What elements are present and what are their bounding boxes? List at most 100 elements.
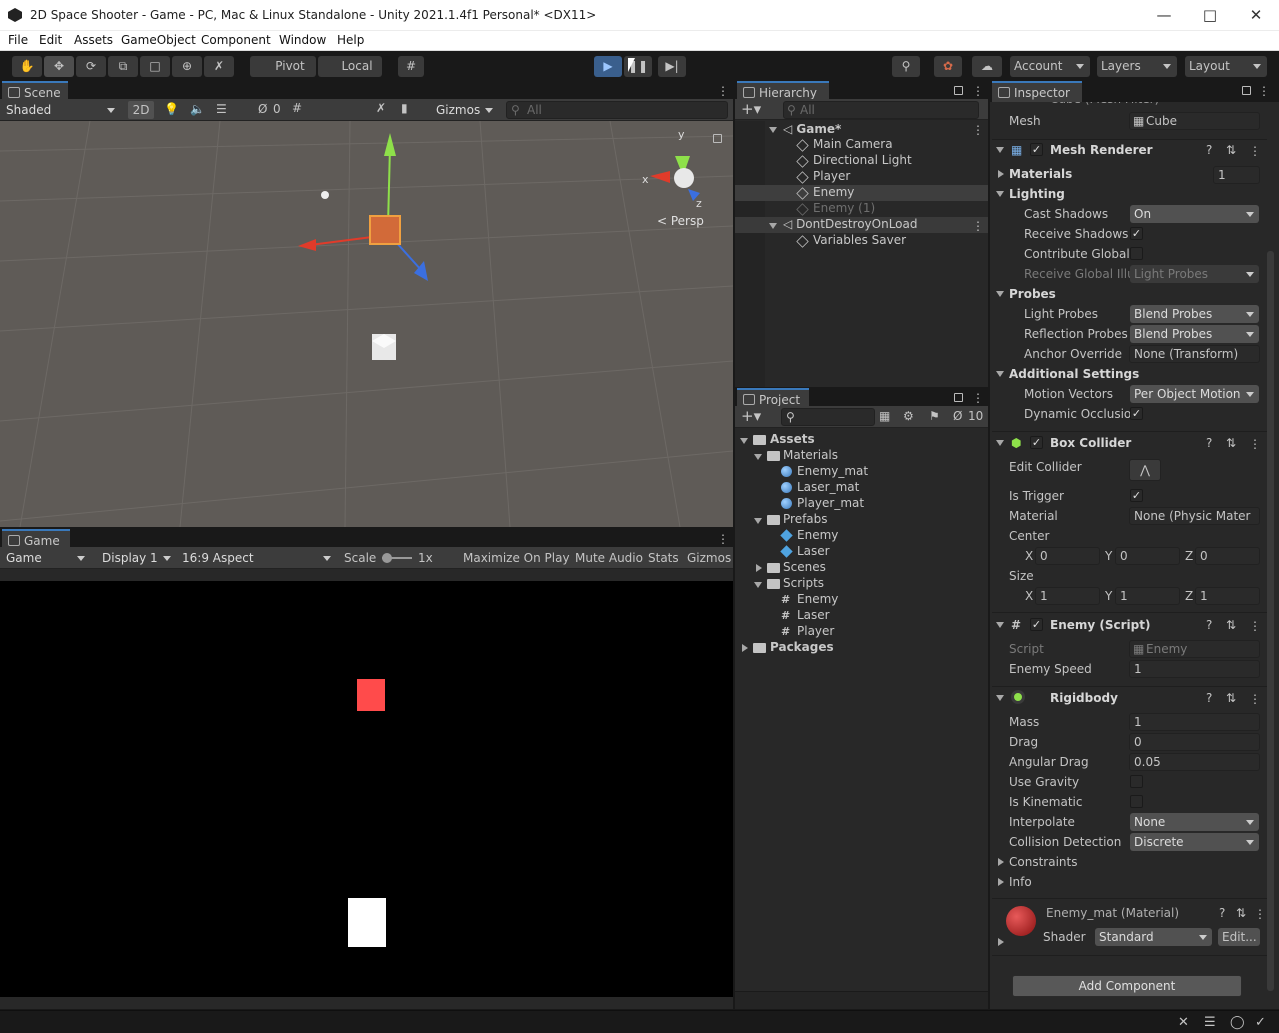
collapse-arrow[interactable]	[998, 938, 1008, 946]
expand-arrow[interactable]	[996, 147, 1004, 157]
presets-icon[interactable]: ⇅	[1226, 691, 1236, 705]
expand-arrow[interactable]	[996, 191, 1004, 201]
component-menu-button[interactable]: ⋮	[1249, 438, 1261, 450]
help-icon[interactable]: ?	[1206, 618, 1212, 632]
cloud-button[interactable]: ☁	[972, 56, 1002, 77]
presets-icon[interactable]: ⇅	[1226, 143, 1236, 157]
expand-arrow[interactable]	[996, 371, 1004, 381]
project-asset-enemy-mat[interactable]: Enemy_mat	[797, 464, 868, 478]
hierarchy-item-enemy[interactable]: Enemy	[813, 185, 854, 199]
edit-collider-button[interactable]: ⋀	[1129, 459, 1161, 481]
stats-toggle[interactable]: Stats	[648, 551, 679, 565]
expand-arrow[interactable]	[754, 582, 762, 592]
lock-icon[interactable]	[713, 134, 722, 143]
materials-size-field[interactable]: 1	[1213, 166, 1260, 184]
dynamic-occlusion-checkbox[interactable]: ✓	[1130, 407, 1143, 420]
local-toggle[interactable]: Local	[318, 56, 382, 77]
project-folder-prefabs[interactable]: Prefabs	[783, 512, 828, 526]
presets-icon[interactable]: ⇅	[1226, 618, 1236, 632]
menu-component[interactable]: Component	[201, 33, 271, 47]
collapse-arrow[interactable]	[998, 170, 1008, 178]
expand-arrow[interactable]	[996, 695, 1004, 705]
collapse-arrow[interactable]	[998, 878, 1008, 886]
pivot-toggle[interactable]: Pivot	[250, 56, 316, 77]
hierarchy-item-enemy-1[interactable]: Enemy (1)	[813, 201, 875, 215]
tab-inspector[interactable]: Inspector	[992, 81, 1082, 102]
is-kinematic-checkbox[interactable]	[1130, 795, 1143, 808]
collapse-arrow[interactable]	[998, 858, 1008, 866]
filter-by-type-icon[interactable]: ⚙	[903, 409, 914, 423]
maximize-on-play-toggle[interactable]: Maximize On Play	[463, 551, 570, 565]
center-y-field[interactable]: 0	[1115, 547, 1180, 565]
collapse-arrow[interactable]	[742, 644, 752, 652]
additional-settings-foldout[interactable]: Additional Settings	[1009, 367, 1139, 381]
hierarchy-item-game-scene[interactable]: ◁ Game*	[783, 122, 841, 136]
expand-arrow[interactable]	[769, 127, 777, 137]
shading-dropdown[interactable]: Shaded	[2, 101, 120, 119]
rotate-tool-button[interactable]: ⟳	[76, 56, 106, 77]
reflection-probes-dropdown[interactable]: Blend Probes	[1130, 325, 1259, 343]
menu-edit[interactable]: Edit	[39, 33, 62, 47]
enemy-speed-field[interactable]: 1	[1129, 660, 1260, 678]
2d-toggle[interactable]: 2D	[128, 101, 154, 119]
custom-tool-button[interactable]: ✗	[204, 56, 234, 77]
project-search-input[interactable]: ⚲	[781, 408, 875, 426]
project-asset-player-script[interactable]: Player	[797, 624, 834, 638]
account-dropdown[interactable]: Account	[1010, 56, 1090, 77]
project-asset-enemy-script[interactable]: Enemy	[797, 592, 838, 606]
box-collider-enabled-checkbox[interactable]: ✓	[1030, 436, 1043, 449]
scene-view[interactable]: y x z < Persp	[0, 121, 733, 527]
enemy-script-enabled-checkbox[interactable]: ✓	[1030, 618, 1043, 631]
mesh-renderer-enabled-checkbox[interactable]: ✓	[1030, 143, 1043, 156]
project-asset-laser-script[interactable]: Laser	[797, 608, 830, 622]
scene-search-input[interactable]: ⚲ All	[506, 101, 728, 119]
maximize-button[interactable]: □	[1187, 4, 1233, 28]
debug-icon[interactable]: ✕	[1178, 1015, 1189, 1030]
scale-slider-thumb[interactable]	[382, 553, 392, 563]
search-by-type-icon[interactable]: ▦	[879, 409, 890, 423]
create-button[interactable]: +▾	[741, 100, 761, 118]
project-folder-scenes[interactable]: Scenes	[783, 560, 826, 574]
minimize-button[interactable]: —	[1141, 4, 1187, 28]
receive-shadows-checkbox[interactable]: ✓	[1130, 227, 1143, 240]
hierarchy-menu-button[interactable]: ⋮	[972, 85, 984, 97]
light-probes-dropdown[interactable]: Blend Probes	[1130, 305, 1259, 323]
drag-field[interactable]: 0	[1129, 733, 1260, 751]
expand-arrow[interactable]	[996, 622, 1004, 632]
interpolate-dropdown[interactable]: None	[1130, 813, 1259, 831]
mass-field[interactable]: 1	[1129, 713, 1260, 731]
hierarchy-search-input[interactable]: ⚲ All	[783, 101, 979, 119]
hierarchy-item-directional-light[interactable]: Directional Light	[813, 153, 912, 167]
game-view[interactable]	[0, 581, 733, 997]
is-trigger-checkbox[interactable]: ✓	[1130, 489, 1143, 502]
rect-tool-button[interactable]: □	[140, 56, 170, 77]
use-gravity-checkbox[interactable]	[1130, 775, 1143, 788]
lighting-foldout[interactable]: Lighting	[1009, 187, 1065, 201]
shader-edit-button[interactable]: Edit...	[1218, 928, 1260, 946]
center-z-field[interactable]: 0	[1195, 547, 1260, 565]
expand-arrow[interactable]	[754, 454, 762, 464]
expand-arrow[interactable]	[740, 438, 748, 448]
help-icon[interactable]: ?	[1206, 436, 1212, 450]
transform-tool-button[interactable]: ⊕	[172, 56, 202, 77]
lock-icon[interactable]	[954, 86, 963, 95]
game-menu-button[interactable]: ⋮	[717, 533, 729, 545]
scale-tool-button[interactable]: ⧉	[108, 56, 138, 77]
layers-status-icon[interactable]: ☰	[1204, 1015, 1216, 1030]
size-y-field[interactable]: 1	[1115, 587, 1180, 605]
collab-button[interactable]: ✿	[934, 56, 962, 77]
step-button[interactable]: ▶|	[658, 56, 686, 77]
expand-arrow[interactable]	[996, 291, 1004, 301]
project-folder-materials[interactable]: Materials	[783, 448, 838, 462]
layout-dropdown[interactable]: Layout	[1185, 56, 1267, 77]
hierarchy-item-main-camera[interactable]: Main Camera	[813, 137, 893, 151]
help-icon[interactable]: ?	[1206, 691, 1212, 705]
inspector-menu-button[interactable]: ⋮	[1258, 85, 1270, 97]
search-button[interactable]: ⚲	[892, 56, 920, 77]
scene-tools-icon[interactable]: ✗	[376, 101, 386, 115]
status-check-icon[interactable]: ✓	[1255, 1015, 1266, 1030]
menu-help[interactable]: Help	[337, 33, 364, 47]
contribute-gi-checkbox[interactable]	[1130, 247, 1143, 260]
mesh-field[interactable]: ▦ Cube	[1129, 112, 1260, 130]
probes-foldout[interactable]: Probes	[1009, 287, 1056, 301]
